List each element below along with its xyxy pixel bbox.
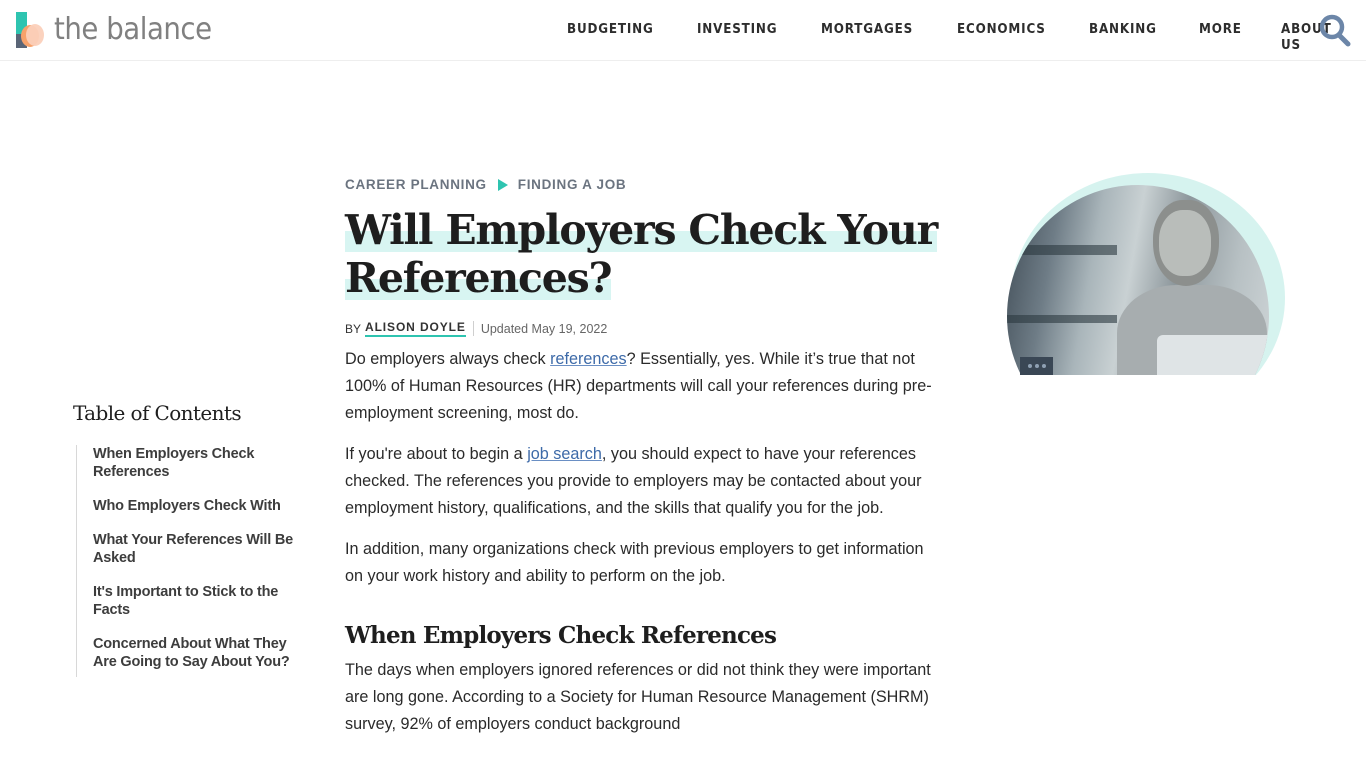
toc-item[interactable]: Who Employers Check With bbox=[93, 497, 293, 515]
logo-mark-icon bbox=[16, 12, 44, 48]
main-nav: BUDGETING INVESTING MORTGAGES ECONOMICS … bbox=[567, 22, 1366, 54]
toc-title: Table of Contents bbox=[73, 401, 242, 425]
nav-more[interactable]: MORE bbox=[1199, 22, 1242, 54]
byline-divider bbox=[472, 321, 474, 336]
paragraph-4: The days when employers ignored referenc… bbox=[345, 661, 931, 733]
nav-investing[interactable]: INVESTING bbox=[697, 22, 777, 54]
nav-mortgages[interactable]: MORTGAGES bbox=[821, 22, 913, 54]
breadcrumb-arrow-icon bbox=[497, 178, 508, 191]
updated-date: Updated May 19, 2022 bbox=[480, 321, 608, 336]
paragraph-3: In addition, many organizations check wi… bbox=[345, 540, 924, 585]
article-title-text: Will Employers Check Your References? bbox=[345, 206, 938, 302]
site-logo[interactable]: the balance bbox=[16, 12, 225, 48]
breadcrumb-finding-a-job[interactable]: FINDING A JOB bbox=[518, 177, 627, 192]
paragraph-1: Do employers always check references? Es… bbox=[345, 346, 945, 427]
toc-list: When Employers Check References Who Empl… bbox=[76, 445, 303, 677]
ellipsis-icon bbox=[1027, 364, 1032, 368]
nav-economics[interactable]: ECONOMICS bbox=[957, 22, 1046, 54]
toc-item[interactable]: It's Important to Stick to the Facts bbox=[93, 583, 293, 619]
hero-image bbox=[1005, 173, 1287, 375]
nav-budgeting[interactable]: BUDGETING bbox=[567, 22, 654, 54]
toc-item[interactable]: When Employers Check References bbox=[93, 445, 293, 481]
article-body: Do employers always check references? Es… bbox=[345, 346, 945, 752]
toc-item[interactable]: What Your References Will Be Asked bbox=[93, 531, 293, 567]
byline: BY ALISON DOYLE Updated May 19, 2022 bbox=[345, 320, 607, 337]
site-header: the balance BUDGETING INVESTING MORTGAGE… bbox=[0, 0, 1366, 61]
author-link[interactable]: ALISON DOYLE bbox=[365, 320, 466, 337]
references-link[interactable]: references bbox=[550, 350, 626, 368]
paragraph-2: If you're about to begin a job search, y… bbox=[345, 441, 945, 522]
paragraph-text: If you're about to begin a bbox=[345, 445, 528, 463]
toc-item[interactable]: Concerned About What They Are Going to S… bbox=[93, 635, 293, 671]
breadcrumb: CAREER PLANNING FINDING A JOB bbox=[345, 177, 626, 192]
image-more-button[interactable] bbox=[1020, 357, 1053, 375]
job-search-link[interactable]: job search bbox=[527, 445, 602, 463]
logo-text: the balance bbox=[54, 12, 212, 47]
breadcrumb-career-planning[interactable]: CAREER PLANNING bbox=[345, 177, 487, 192]
byline-prefix: BY bbox=[345, 321, 362, 336]
article-title: Will Employers Check Your References? bbox=[345, 206, 945, 302]
table-of-contents: Table of Contents When Employers Check R… bbox=[73, 399, 303, 677]
search-button[interactable] bbox=[1318, 12, 1352, 48]
paragraph-text: Do employers always check bbox=[345, 350, 551, 368]
section-heading-when-employers-check: When Employers Check References bbox=[345, 622, 777, 649]
search-icon bbox=[1319, 14, 1351, 47]
nav-banking[interactable]: BANKING bbox=[1089, 22, 1157, 54]
